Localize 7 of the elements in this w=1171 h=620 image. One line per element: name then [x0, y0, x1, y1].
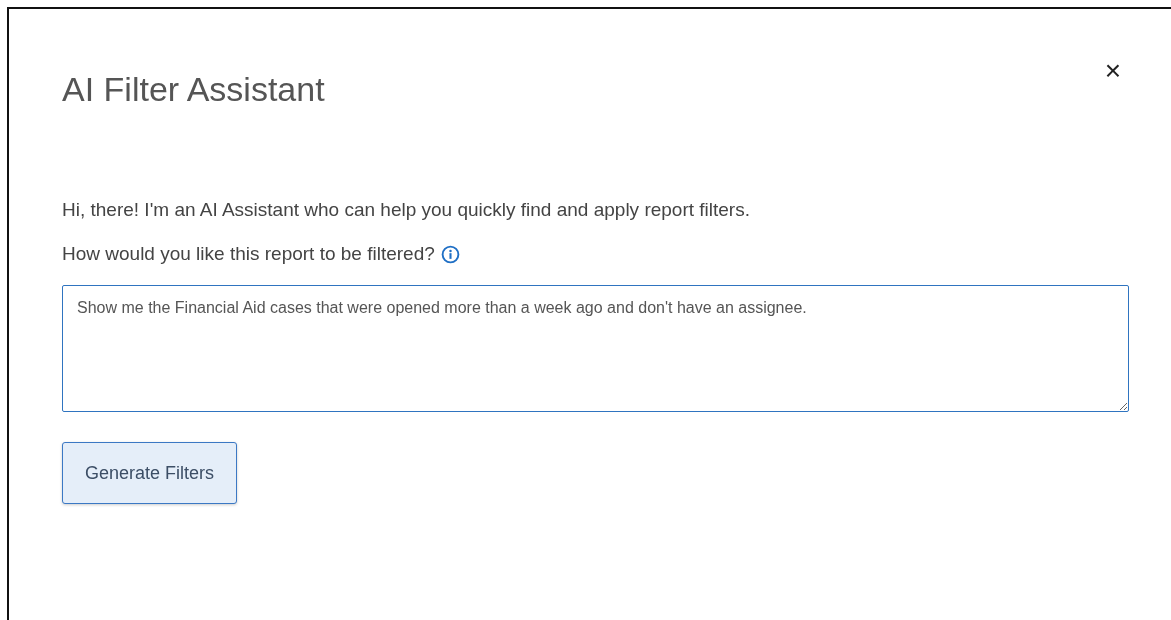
close-button[interactable]: × — [1104, 57, 1121, 85]
dialog-title: AI Filter Assistant — [62, 69, 325, 109]
query-input[interactable]: Show me the Financial Aid cases that were opened more than a week ago and don't have an assignee. — [62, 285, 1129, 412]
info-icon[interactable] — [440, 244, 460, 264]
generate-filters-button[interactable]: Generate Filters — [62, 442, 238, 504]
question-label: How would you like this report to be filtered? — [62, 243, 435, 265]
intro-text: Hi, there! I'm an AI Assistant who can help you quickly find and apply report filters. — [62, 199, 751, 221]
